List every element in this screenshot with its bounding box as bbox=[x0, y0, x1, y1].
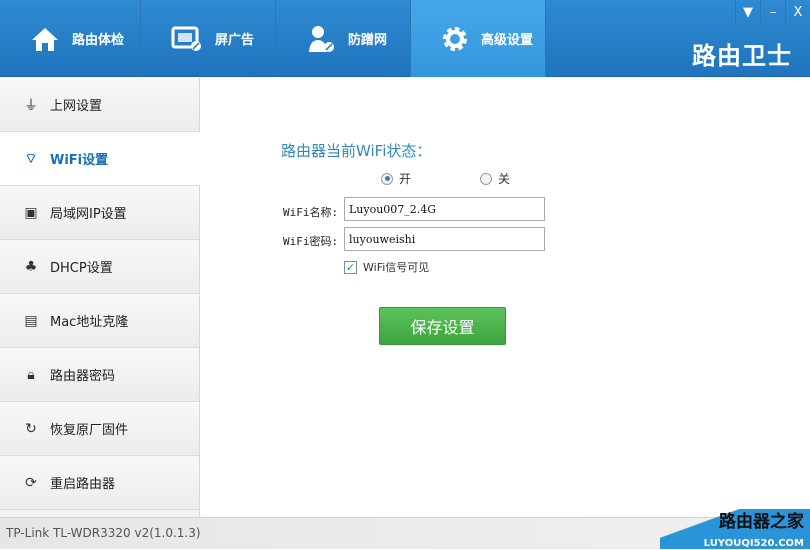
card-icon: ▤ bbox=[24, 312, 38, 329]
minimize-button[interactable]: – bbox=[760, 0, 785, 24]
header: 路由体检 屏广告 防蹭网 高级设置 ▼ – X 路由卫士 bbox=[0, 0, 810, 77]
brand-logo: 路由卫士 bbox=[692, 42, 792, 70]
wifi-off-radio[interactable]: 关 bbox=[480, 170, 510, 187]
radio-selected-icon bbox=[381, 172, 393, 185]
lan-icon: ▣ bbox=[24, 204, 38, 221]
wifi-on-radio[interactable]: 开 bbox=[381, 170, 411, 187]
restore-icon: ↻ bbox=[25, 420, 37, 437]
sidebar-item-internet[interactable]: ⏚ 上网设置 bbox=[0, 78, 199, 132]
sidebar-item-label: WiFi设置 bbox=[50, 153, 109, 168]
ssid-label: WiFi名称: bbox=[283, 206, 339, 219]
sidebar-item-label: DHCP设置 bbox=[50, 261, 113, 276]
sidebar-item-label: Mac地址克隆 bbox=[50, 315, 129, 330]
tab-ad-block[interactable]: 屏广告 bbox=[141, 0, 276, 77]
sidebar-item-dhcp[interactable]: ♣ DHCP设置 bbox=[0, 240, 199, 294]
tab-advanced-settings[interactable]: 高级设置 bbox=[411, 0, 546, 77]
tab-label: 屏广告 bbox=[215, 33, 255, 48]
user-block-icon bbox=[309, 25, 334, 52]
device-info: TP-Link TL-WDR3320 v2(1.0.1.3) bbox=[6, 526, 201, 540]
gear-icon bbox=[443, 26, 467, 51]
watermark-url: LUYOUQI520.COM bbox=[703, 538, 804, 549]
checkbox-label: WiFi信号可见 bbox=[363, 261, 430, 274]
checkmark-icon: ✓ bbox=[344, 260, 357, 274]
radio-label: 开 bbox=[399, 172, 412, 186]
sidebar-item-lan-ip[interactable]: ▣ 局域网IP设置 bbox=[0, 186, 199, 240]
ssid-input[interactable] bbox=[344, 197, 545, 221]
wifi-settings-panel: 路由器当前WiFi状态： 开 关 WiFi名称: WiFi密码: ✓ WiFi信号… bbox=[201, 78, 810, 517]
tab-label: 防蹭网 bbox=[348, 33, 388, 48]
watermark-text: 路由器之家 bbox=[719, 512, 804, 532]
tab-label: 高级设置 bbox=[481, 33, 534, 48]
watermark-logo: 路由器之家 LUYOUQI520.COM bbox=[660, 509, 810, 549]
sidebar-item-router-password[interactable]: 🔒︎ 路由器密码 bbox=[0, 348, 199, 402]
close-button[interactable]: X bbox=[785, 0, 810, 24]
save-button[interactable]: 保存设置 bbox=[379, 307, 506, 345]
sidebar-item-label: 重启路由器 bbox=[50, 477, 116, 492]
sidebar-item-wifi[interactable]: ⌔ WiFi设置 bbox=[0, 132, 200, 186]
sidebar-item-restore-firmware[interactable]: ↻ 恢复原厂固件 bbox=[0, 402, 199, 456]
home-icon bbox=[32, 27, 58, 51]
tab-anti-leech[interactable]: 防蹭网 bbox=[276, 0, 411, 77]
radio-unselected-icon bbox=[480, 172, 492, 185]
network-icon: ♣ bbox=[24, 258, 38, 275]
sidebar-item-reboot[interactable]: ⟳ 重启路由器 bbox=[0, 456, 199, 510]
menu-button[interactable]: ▼ bbox=[735, 0, 760, 24]
sidebar: ⏚ 上网设置 ⌔ WiFi设置 ▣ 局域网IP设置 ♣ DHCP设置 ▤ Mac地址克隆 … bbox=[0, 78, 200, 517]
sidebar-item-mac-clone[interactable]: ▤ Mac地址克隆 bbox=[0, 294, 199, 348]
sidebar-item-label: 路由器密码 bbox=[50, 369, 116, 384]
plug-icon: ⏚ bbox=[24, 97, 38, 114]
ad-block-icon bbox=[171, 26, 201, 51]
radio-label: 关 bbox=[498, 172, 511, 186]
sidebar-item-label: 恢复原厂固件 bbox=[50, 423, 129, 438]
password-input[interactable] bbox=[344, 227, 545, 251]
wifi-icon: ⌔ bbox=[24, 150, 38, 167]
tab-label: 路由体检 bbox=[72, 33, 125, 48]
reboot-icon: ⟳ bbox=[25, 474, 37, 491]
wifi-status-title: 路由器当前WiFi状态： bbox=[281, 142, 432, 160]
lock-icon: 🔒︎ bbox=[27, 366, 35, 383]
sidebar-item-label: 上网设置 bbox=[50, 99, 103, 114]
sidebar-item-label: 局域网IP设置 bbox=[50, 207, 127, 222]
tab-router-check[interactable]: 路由体检 bbox=[0, 0, 141, 77]
password-label: WiFi密码: bbox=[283, 235, 339, 248]
wifi-visible-checkbox[interactable]: ✓ WiFi信号可见 bbox=[344, 259, 429, 275]
